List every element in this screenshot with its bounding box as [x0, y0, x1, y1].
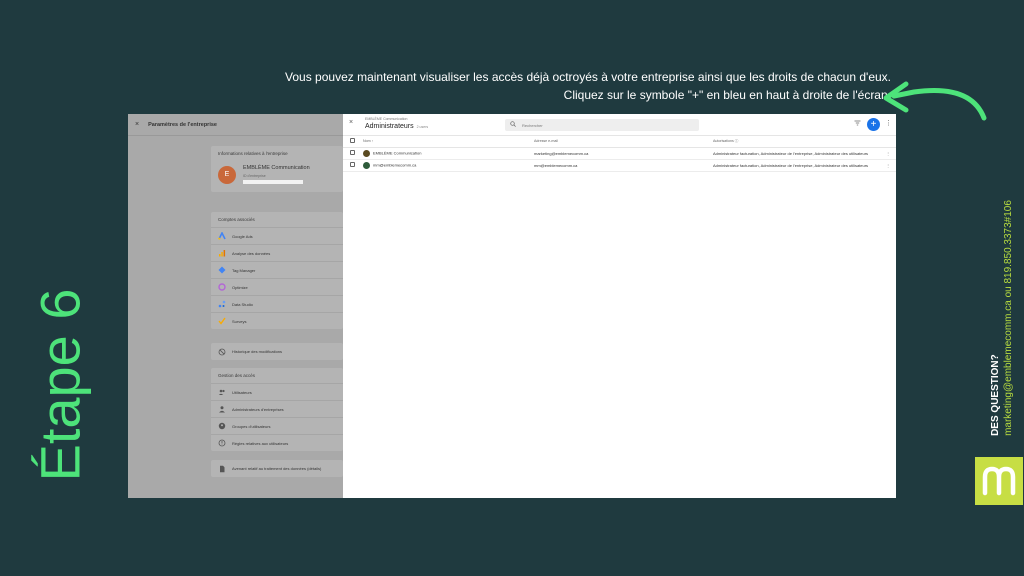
linked-account-analytics[interactable]: Analyse des données	[211, 244, 343, 261]
row-checkbox[interactable]	[350, 150, 355, 155]
change-history-item[interactable]: Historique des modifications	[211, 343, 343, 360]
company-name: EMBLÈME Communication	[243, 165, 310, 171]
breadcrumb: EMBLÈME Communication	[365, 117, 408, 121]
admins-icon	[218, 405, 226, 413]
column-permissions: Autorisations ⓘ	[713, 136, 886, 148]
company-avatar: E	[218, 165, 236, 184]
linked-account-google-ads[interactable]: Google Ads	[211, 227, 343, 244]
linked-account-data-studio[interactable]: Data Studio	[211, 295, 343, 312]
avatar	[363, 149, 370, 157]
select-all-checkbox[interactable]	[350, 138, 355, 144]
rules-icon	[218, 439, 226, 447]
surveys-icon	[218, 317, 226, 325]
settings-header: × Paramètres de l'entreprise	[128, 114, 343, 136]
access-users-item[interactable]: Utilisateurs	[211, 383, 343, 400]
linked-account-optimize[interactable]: Optimize	[211, 278, 343, 295]
instruction-line-1: Vous pouvez maintenant visualiser les ac…	[285, 70, 891, 84]
tag-manager-icon	[218, 266, 226, 274]
instruction-text: Vous pouvez maintenant visualiser les ac…	[131, 68, 891, 104]
search-input[interactable]: Rechercher	[505, 119, 699, 131]
column-email: Adresse e-mail	[534, 136, 713, 148]
emblem-logo	[975, 457, 1023, 505]
users-icon	[218, 388, 226, 396]
search-icon	[510, 121, 516, 129]
company-id-redacted	[243, 180, 303, 184]
google-ads-icon	[218, 232, 226, 240]
logo-m-icon	[982, 466, 1016, 496]
history-icon	[218, 348, 226, 356]
row-email: mm@emblemecomm.ca	[534, 159, 713, 172]
access-rules-item[interactable]: Règles relatives aux utilisateurs	[211, 434, 343, 451]
company-info-title: Informations relatives à l'entreprise	[218, 151, 288, 156]
screenshot-frame: × Paramètres de l'entreprise Information…	[128, 114, 896, 498]
filter-icon[interactable]	[854, 120, 861, 128]
linked-accounts-title: Comptes associés	[218, 217, 255, 222]
history-card: Historique des modifications	[211, 343, 343, 360]
instruction-line-2: Cliquez sur le symbole "+" en bleu en ha…	[563, 88, 891, 102]
step-label: Étape 6	[28, 288, 92, 482]
company-id-label: ID d'entreprise	[243, 174, 266, 178]
groups-icon	[218, 422, 226, 430]
linked-accounts-card: Comptes associés Google Ads Analyse des …	[211, 212, 343, 329]
contact-question: DES QUESTION?	[990, 354, 1001, 436]
close-icon[interactable]: ×	[135, 121, 139, 128]
analytics-icon	[218, 249, 226, 257]
settings-title: Paramètres de l'entreprise	[148, 121, 217, 128]
pointer-arrow	[883, 81, 987, 121]
column-name[interactable]: Nom ↑	[363, 136, 534, 148]
contact-details: marketing@emblemecomm.ca ou 819.850.3373…	[1003, 200, 1014, 436]
admins-table: Nom ↑ Adresse e-mail Autorisations ⓘ EMB…	[343, 136, 896, 172]
contact-info: DES QUESTION? marketing@emblemecomm.ca o…	[982, 190, 1022, 445]
access-admins-item[interactable]: Administrateurs d'entreprises	[211, 400, 343, 417]
row-checkbox[interactable]	[350, 162, 355, 167]
linked-account-surveys[interactable]: Surveys	[211, 312, 343, 329]
access-management-card: Gestion des accès Utilisateurs Administr…	[211, 368, 343, 451]
row-permissions: Administrateur facturation, Administrate…	[713, 147, 886, 160]
step-label-container: Étape 6	[20, 270, 100, 500]
row-name: EMBLÈME Communication	[373, 150, 422, 156]
data-processing-item[interactable]: Avenant relatif au traitement des donnée…	[211, 460, 343, 477]
row-permissions: Administrateur facturation, Administrate…	[713, 159, 886, 172]
access-management-title: Gestion des accès	[218, 373, 256, 378]
optimize-icon	[218, 283, 226, 291]
access-groups-item[interactable]: Groupes d'utilisateurs	[211, 417, 343, 434]
administrators-panel: × EMBLÈME Communication Administrateurs 2…	[343, 114, 896, 498]
company-info-card: Informations relatives à l'entreprise E …	[211, 146, 343, 192]
row-name: mm@emblemecomm.ca	[373, 162, 417, 168]
page-title: Administrateurs 2 users	[365, 123, 429, 130]
linked-account-tag-manager[interactable]: Tag Manager	[211, 261, 343, 278]
row-more-icon[interactable]: ⋮	[886, 159, 896, 172]
admins-toolbar: × EMBLÈME Communication Administrateurs 2…	[343, 114, 896, 136]
avatar	[363, 161, 370, 169]
document-icon	[218, 465, 226, 473]
table-header-row: Nom ↑ Adresse e-mail Autorisations ⓘ	[343, 136, 896, 148]
data-processing-card: Avenant relatif au traitement des donnée…	[211, 460, 343, 477]
row-more-icon[interactable]: ⋮	[886, 147, 896, 160]
data-studio-icon	[218, 300, 226, 308]
close-panel-icon[interactable]: ×	[349, 119, 353, 126]
table-row[interactable]: mm@emblemecomm.ca mm@emblemecomm.ca Admi…	[343, 159, 896, 172]
table-row[interactable]: EMBLÈME Communication marketing@emblemec…	[343, 147, 896, 160]
user-count: 2 users	[416, 125, 429, 129]
row-email: marketing@emblemecomm.ca	[534, 147, 713, 160]
search-placeholder: Rechercher	[522, 122, 543, 128]
